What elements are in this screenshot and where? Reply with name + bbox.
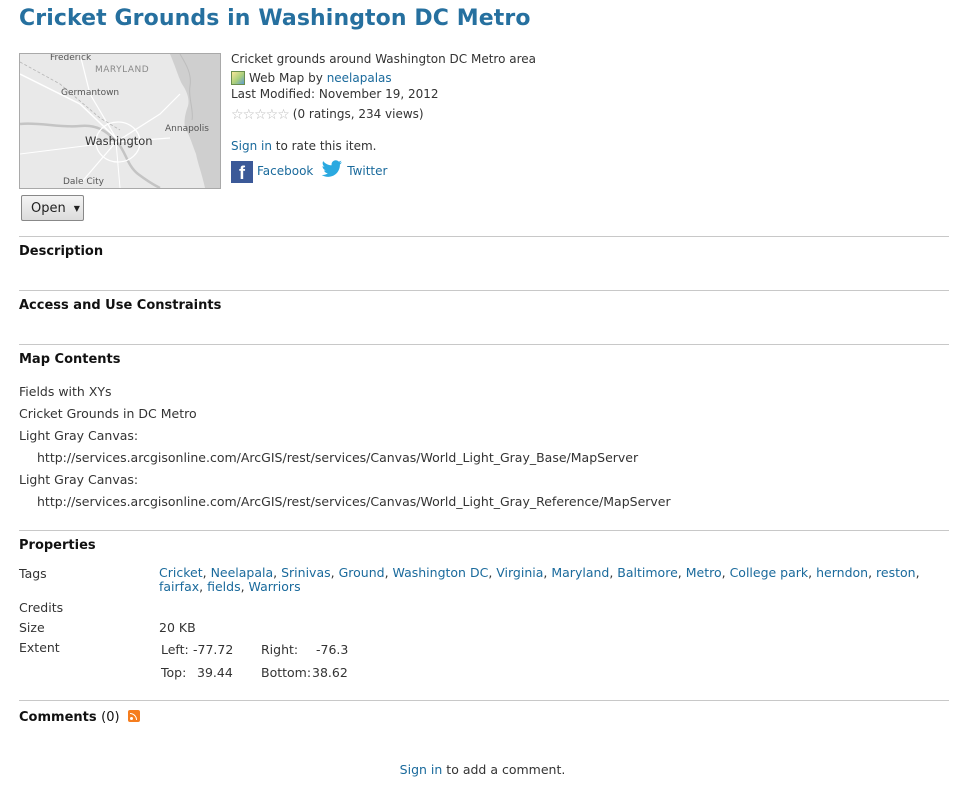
map-label-annapolis: Annapolis bbox=[165, 124, 209, 134]
tag-link[interactable]: Metro bbox=[686, 565, 722, 580]
share-line: f Facebook Twitter bbox=[231, 160, 387, 183]
tag-separator: , bbox=[915, 565, 920, 580]
twitter-link[interactable]: Twitter bbox=[347, 164, 387, 178]
divider bbox=[19, 530, 949, 531]
map-thumbnail[interactable]: Frederick MARYLAND Germantown Annapolis … bbox=[19, 53, 221, 189]
description-heading: Description bbox=[19, 244, 104, 259]
tag-link[interactable]: Ground bbox=[339, 565, 385, 580]
extent-label: Extent bbox=[19, 640, 60, 655]
basemap-label-1: Light Gray Canvas: bbox=[19, 428, 139, 443]
map-label-washington: Washington bbox=[85, 134, 153, 148]
tag-link[interactable]: fields bbox=[207, 579, 240, 594]
rss-icon[interactable] bbox=[128, 710, 141, 722]
tag-separator: , bbox=[721, 565, 730, 580]
item-summary: Cricket grounds around Washington DC Met… bbox=[231, 52, 536, 66]
tags-label: Tags bbox=[19, 566, 47, 581]
map-label-dale-city: Dale City bbox=[63, 177, 104, 187]
tag-separator: , bbox=[202, 565, 211, 580]
tag-separator: , bbox=[273, 565, 282, 580]
tag-link[interactable]: reston bbox=[876, 565, 916, 580]
comments-heading: Comments (0) bbox=[19, 710, 141, 725]
tag-separator: , bbox=[868, 565, 877, 580]
tag-link[interactable]: Cricket bbox=[159, 565, 203, 580]
credits-label: Credits bbox=[19, 600, 64, 615]
add-comment-text: to add a comment. bbox=[446, 762, 566, 777]
tag-separator: , bbox=[808, 565, 817, 580]
tag-link[interactable]: Baltimore bbox=[617, 565, 677, 580]
sign-in-link[interactable]: Sign in bbox=[231, 139, 272, 153]
star-rating-icon[interactable]: ☆☆☆☆☆ bbox=[231, 107, 290, 123]
basemap-label-2: Light Gray Canvas: bbox=[19, 472, 139, 487]
properties-heading: Properties bbox=[19, 538, 96, 553]
size-label: Size bbox=[19, 620, 45, 635]
comments-count: (0) bbox=[101, 710, 120, 725]
tag-separator: , bbox=[330, 565, 339, 580]
web-map-icon bbox=[231, 71, 245, 85]
extent-top-value: 39.44 bbox=[197, 665, 233, 680]
comments-title: Comments bbox=[19, 710, 97, 725]
owner-link[interactable]: neelapalas bbox=[327, 71, 392, 85]
tag-link[interactable]: herndon bbox=[816, 565, 868, 580]
open-button-label: Open bbox=[31, 200, 66, 216]
tag-link[interactable]: Maryland bbox=[551, 565, 609, 580]
extent-right-value: -76.3 bbox=[316, 642, 349, 657]
tag-link[interactable]: Washington DC bbox=[393, 565, 489, 580]
map-label-maryland: MARYLAND bbox=[95, 65, 150, 75]
ratings-text: (0 ratings, 234 views) bbox=[292, 107, 424, 121]
tags-list: Cricket, Neelapala, Srinivas, Ground, Wa… bbox=[159, 566, 934, 594]
basemap-url-1[interactable]: http://services.arcgisonline.com/ArcGIS/… bbox=[37, 450, 638, 465]
rate-line: Sign in to rate this item. bbox=[231, 139, 376, 153]
by-label: by bbox=[308, 71, 323, 85]
basemap-url-2[interactable]: http://services.arcgisonline.com/ArcGIS/… bbox=[37, 494, 671, 509]
tag-link[interactable]: Srinivas bbox=[281, 565, 331, 580]
comment-sign-in-link[interactable]: Sign in bbox=[400, 762, 443, 777]
map-label-frederick: Frederick bbox=[50, 53, 92, 63]
rating-line: ☆☆☆☆☆ (0 ratings, 234 views) bbox=[231, 107, 424, 123]
chevron-down-icon: ▼ bbox=[73, 203, 80, 213]
last-modified: Last Modified: November 19, 2012 bbox=[231, 87, 439, 101]
layer-fields-with-xys: Fields with XYs bbox=[19, 384, 112, 399]
tag-separator: , bbox=[240, 579, 249, 594]
tag-separator: , bbox=[199, 579, 208, 594]
divider bbox=[19, 236, 949, 237]
facebook-icon[interactable]: f bbox=[231, 161, 253, 183]
map-contents-heading: Map Contents bbox=[19, 352, 121, 367]
rate-text: to rate this item. bbox=[275, 139, 377, 153]
tag-link[interactable]: Warriors bbox=[249, 579, 301, 594]
extent-left-value: -77.72 bbox=[193, 642, 234, 657]
divider bbox=[19, 700, 949, 701]
tag-link[interactable]: fairfax bbox=[159, 579, 199, 594]
tag-link[interactable]: Virginia bbox=[496, 565, 543, 580]
extent-bottom-value: 38.62 bbox=[312, 665, 348, 680]
extent-bottom-label: Bottom: bbox=[261, 665, 312, 680]
size-value: 20 KB bbox=[159, 620, 196, 635]
access-constraints-heading: Access and Use Constraints bbox=[19, 298, 222, 313]
add-comment-line: Sign in to add a comment. bbox=[0, 762, 965, 777]
tag-link[interactable]: Neelapala bbox=[211, 565, 274, 580]
twitter-icon[interactable] bbox=[321, 160, 343, 178]
item-type: Web Map bbox=[249, 71, 305, 85]
extent-right-label: Right: bbox=[261, 642, 299, 657]
extent-left-label: Left: bbox=[161, 642, 189, 657]
item-type-line: Web Map by neelapalas bbox=[231, 71, 392, 85]
layer-cricket-grounds: Cricket Grounds in DC Metro bbox=[19, 406, 197, 421]
divider bbox=[19, 290, 949, 291]
extent-top-label: Top: bbox=[161, 665, 187, 680]
tag-separator: , bbox=[677, 565, 686, 580]
divider bbox=[19, 344, 949, 345]
map-label-germantown: Germantown bbox=[61, 88, 120, 98]
tag-link[interactable]: College park bbox=[730, 565, 809, 580]
facebook-link[interactable]: Facebook bbox=[257, 164, 313, 178]
tag-separator: , bbox=[384, 565, 393, 580]
page-title: Cricket Grounds in Washington DC Metro bbox=[19, 6, 531, 31]
open-button[interactable]: Open ▼ bbox=[21, 195, 84, 221]
